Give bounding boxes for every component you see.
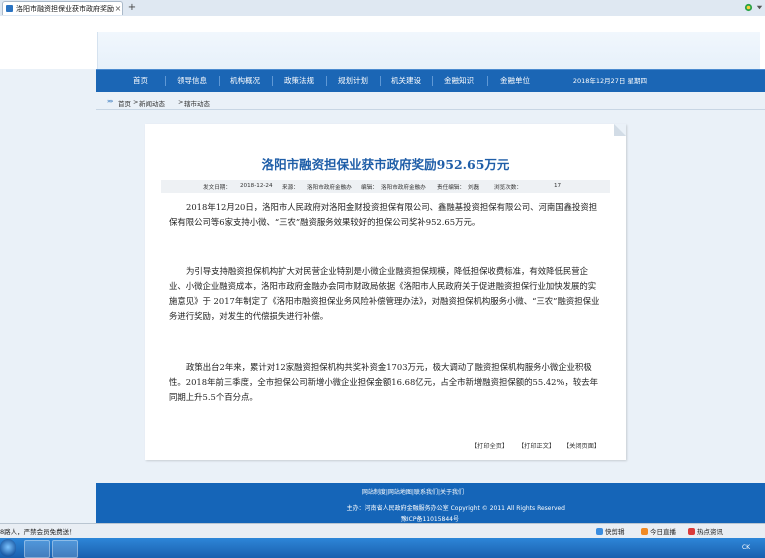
close-page-link[interactable]: 【关闭页面】	[563, 441, 600, 450]
breadcrumb-home[interactable]: 首页	[118, 98, 131, 108]
meta-responsible: 刘磊	[468, 185, 480, 191]
status-item-news[interactable]: 热点资讯	[688, 526, 723, 536]
article-card: 洛阳市融资担保业获市政府奖励952.65万元 发文日期： 2018-12-24 …	[145, 124, 626, 460]
meta-editor: 洛阳市政府金融办	[381, 185, 426, 191]
meta-editor-label: 编辑：	[361, 185, 378, 191]
nav-separator	[272, 76, 273, 86]
nav-plans[interactable]: 规划计划	[338, 70, 368, 92]
breadcrumb-arrow-icon: »»	[107, 98, 113, 105]
os-taskbar: CK	[0, 538, 765, 558]
new-tab-button[interactable]: +	[126, 2, 138, 14]
site-banner	[0, 16, 765, 85]
page-fold-decoration	[614, 124, 626, 136]
status-item-label: 今日直播	[650, 528, 676, 536]
nav-construction[interactable]: 机关建设	[391, 70, 421, 92]
site-favicon-icon	[6, 5, 13, 12]
browser-tab[interactable]: 洛阳市融资担保业获市政府奖励952.65万元 ×	[2, 1, 123, 15]
nav-overview[interactable]: 机构概况	[230, 70, 260, 92]
close-tab-icon[interactable]: ×	[114, 4, 122, 13]
nav-knowledge[interactable]: 金融知识	[444, 70, 474, 92]
nav-leaders[interactable]: 领导信息	[177, 70, 207, 92]
article-paragraph-1: 2018年12月20日，洛阳市人民政府对洛阳金财投资担保有限公司、鑫融基投资担保…	[169, 202, 598, 227]
status-item-label: 快剪辑	[605, 528, 625, 536]
browser-tab-strip: 洛阳市融资担保业获市政府奖励952.65万元 × +	[0, 0, 765, 17]
footer-links: 网站制度|网站地图|联系我们|关于我们	[361, 487, 464, 496]
breadcrumb-news[interactable]: 新闻动态	[139, 98, 165, 108]
meta-date: 2018-12-24	[240, 183, 273, 189]
nav-separator	[219, 76, 220, 86]
nav-policies[interactable]: 政策法规	[284, 70, 314, 92]
meta-source-label: 来源：	[282, 185, 299, 191]
taskbar-app-browser[interactable]	[24, 540, 50, 558]
site-footer: 网站制度|网站地图|联系我们|关于我们 主办：河南省人民政府金融服务办公室 Co…	[96, 483, 765, 527]
nav-separator	[380, 76, 381, 86]
browser-tab-title: 洛阳市融资担保业获市政府奖励952.65万元	[16, 4, 114, 13]
news-icon	[688, 528, 695, 535]
footer-link-contact[interactable]: 联系我们	[414, 487, 438, 496]
taskbar-app-folder[interactable]	[52, 540, 78, 558]
nav-separator	[432, 76, 433, 86]
print-body-link[interactable]: 【打印正文】	[518, 441, 555, 450]
meta-responsible-label: 责任编辑：	[437, 185, 465, 191]
article-paragraph-2: 为引导支持融资担保机构扩大对民营企业特别是小微企业融资担保规模，降低担保收费标准…	[169, 266, 600, 321]
nav-institutions[interactable]: 金融单位	[500, 70, 530, 92]
meta-source: 洛阳市政府金融办	[307, 185, 352, 191]
article-paragraph-3: 政策出台2年来，累计对12家融资担保机构共奖补资金1703万元，极大调动了融资担…	[169, 362, 598, 402]
status-item-quick-edit[interactable]: 快剪辑	[596, 526, 625, 536]
nav-home[interactable]: 首页	[133, 70, 148, 92]
breadcrumb-separator: >	[178, 98, 184, 106]
system-tray[interactable]: CK	[727, 538, 765, 558]
status-item-live[interactable]: 今日直播	[641, 526, 676, 536]
start-button-icon[interactable]	[0, 539, 16, 557]
meta-date-label: 发文日期：	[203, 185, 231, 191]
breadcrumb-separator: >	[133, 98, 139, 106]
breadcrumb-current[interactable]: 辖市动态	[184, 98, 210, 108]
current-date: 2018年12月27日 星期四	[572, 77, 647, 85]
browser-status-bar: 8路人，严禁会员免费送！ 快剪辑 今日直播 热点资讯	[0, 523, 765, 538]
nav-separator	[326, 76, 327, 86]
footer-icp[interactable]: 豫ICP备11015844号	[96, 514, 459, 523]
status-item-label: 热点资讯	[697, 528, 723, 536]
live-icon	[641, 528, 648, 535]
meta-views: 17	[554, 183, 562, 189]
article-actions: 【打印全页】 【打印正文】 【关闭页面】	[145, 441, 615, 451]
breadcrumb: »» 首页 > 新闻动态 > 辖市动态	[96, 95, 765, 110]
status-ticker-text[interactable]: 8路人，严禁会员免费送！	[0, 526, 76, 536]
browser-logo-icon[interactable]	[744, 3, 753, 12]
print-page-link[interactable]: 【打印全页】	[471, 441, 508, 450]
meta-views-label: 浏览次数：	[494, 185, 522, 191]
footer-sponsor: 主办：河南省人民政府金融服务办公室 Copyright © 2011 All R…	[346, 505, 565, 512]
footer-link-rules[interactable]: 网站制度	[362, 487, 386, 496]
article-meta: 发文日期： 2018-12-24 来源： 洛阳市政府金融办 编辑： 洛阳市政府金…	[161, 180, 610, 193]
nav-separator	[165, 76, 166, 86]
main-nav: 首页 领导信息 机构概况 政策法规 规划计划 机关建设 金融知识 金融单位 20…	[96, 69, 765, 92]
footer-link-sitemap[interactable]: 网站地图	[388, 487, 412, 496]
article-title: 洛阳市融资担保业获市政府奖励952.65万元	[261, 157, 510, 172]
nav-separator	[487, 76, 488, 86]
dropdown-icon[interactable]	[755, 3, 764, 12]
scissors-icon	[596, 528, 603, 535]
footer-link-about[interactable]: 关于我们	[440, 487, 464, 496]
